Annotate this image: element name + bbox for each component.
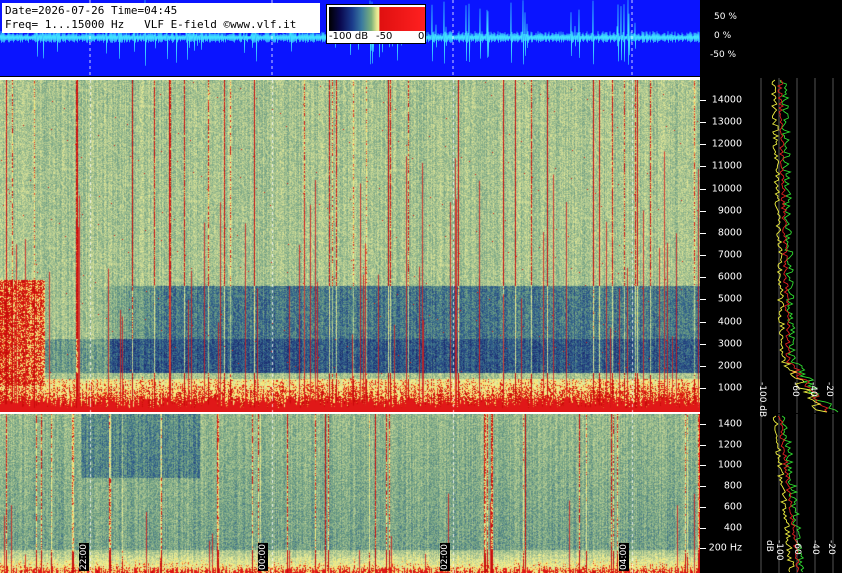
upper-freq-tick — [700, 122, 706, 124]
lower-freq-tick — [700, 527, 706, 529]
upper-freq-tick-label: 7000 — [717, 249, 742, 261]
upper-db-label-20: -20 — [824, 382, 834, 397]
upper-freq-tick-label: 1000 — [717, 382, 742, 394]
colorbar-label-min: -100 dB — [329, 31, 369, 42]
lower-db-label-100: -100 dB — [764, 540, 784, 561]
lower-spectrogram-canvas — [0, 414, 700, 573]
colorbar-legend: -100 dB -50 0 — [326, 4, 426, 44]
upper-freq-tick-label: 6000 — [717, 271, 742, 283]
upper-freq-tick — [700, 188, 706, 190]
upper-freq-tick — [700, 255, 706, 257]
lower-db-label-60: -60 — [792, 540, 802, 555]
lower-freq-tick-label: 600 — [723, 501, 742, 513]
upper-frequency-axis: 14000 13000 12000 11000 10000 9000 8000 7000 600… — [700, 80, 742, 412]
upper-freq-tick — [700, 232, 706, 234]
upper-freq-tick-label: 11000 — [711, 160, 742, 172]
lower-freq-tick-label: 1400 — [717, 418, 742, 430]
upper-freq-tick-label: 13000 — [711, 116, 742, 128]
lower-freq-tick — [700, 506, 706, 508]
upper-profile-panel — [742, 78, 842, 413]
lower-freq-tick — [700, 424, 706, 425]
upper-spectrogram-canvas — [0, 80, 700, 412]
upper-freq-tick — [700, 277, 706, 279]
upper-freq-tick-label: 10000 — [711, 183, 742, 195]
date-time-line: Date=2026-07-26 Time=04:45 — [5, 4, 178, 17]
time-label-0200: 02:00 — [440, 543, 450, 571]
lower-frequency-axis: 1400 1200 1000 800 600 400 200 Hz — [700, 414, 742, 573]
colorbar-label-mid: -50 — [376, 31, 393, 42]
time-label-0400: 04:00 — [619, 543, 629, 571]
upper-freq-tick — [700, 144, 706, 146]
lower-freq-tick — [700, 486, 706, 488]
lower-freq-tick — [700, 444, 706, 446]
upper-db-label-60: -60 — [790, 382, 800, 397]
freq-range-line: Freq= 1...15000 Hz VLF E-field ©www.vlf.… — [5, 18, 297, 31]
upper-freq-tick-label: 5000 — [717, 293, 742, 305]
lower-freq-tick — [700, 465, 706, 467]
info-box: Date=2026-07-26 Time=04:45 Freq= 1...150… — [2, 3, 320, 33]
upper-freq-tick-label: 2000 — [717, 360, 742, 372]
upper-freq-tick — [700, 321, 706, 323]
upper-profile-plot — [760, 78, 839, 413]
waveform-pct-minus50: -50 % — [710, 50, 737, 60]
profile-trace — [776, 79, 829, 413]
upper-freq-tick-label: 9000 — [717, 205, 742, 217]
lower-freq-tick-label: 1000 — [717, 459, 742, 471]
lower-db-label-20: -20 — [826, 540, 836, 555]
upper-db-label-40: -40 — [808, 382, 818, 397]
upper-freq-tick-label: 8000 — [717, 227, 742, 239]
upper-spectrogram — [0, 80, 700, 412]
upper-freq-tick — [700, 365, 706, 367]
colorbar-gradient — [329, 7, 425, 31]
lower-freq-tick-label: 1200 — [717, 439, 742, 451]
upper-db-label-100: -100 dB — [757, 382, 767, 418]
waveform-pct-50: 50 % — [714, 12, 737, 22]
lower-freq-tick — [700, 548, 706, 550]
lower-db-label-40: -40 — [810, 540, 820, 555]
upper-freq-tick-label: 3000 — [717, 338, 742, 350]
time-label-0000: 00:00 — [258, 543, 268, 571]
colorbar-label-max: 0 — [418, 31, 425, 42]
upper-freq-tick — [700, 387, 706, 389]
profile-trace — [779, 79, 839, 413]
upper-freq-tick — [700, 299, 706, 301]
lower-freq-tick-label: 200 Hz — [708, 542, 742, 554]
waveform-pct-0: 0 % — [714, 31, 732, 41]
time-label-2200: 22:00 — [79, 543, 89, 571]
upper-freq-tick-label: 12000 — [711, 138, 742, 150]
upper-freq-tick — [700, 100, 706, 101]
upper-freq-tick — [700, 166, 706, 168]
upper-freq-tick-label: 4000 — [717, 316, 742, 327]
lower-freq-tick-label: 400 — [723, 522, 742, 533]
upper-freq-tick — [700, 343, 706, 345]
upper-freq-tick — [700, 210, 706, 212]
upper-freq-tick-label: 14000 — [711, 94, 742, 106]
vlf-spectrogram-window: Date=2026-07-26 Time=04:45 Freq= 1...150… — [0, 0, 842, 573]
lower-freq-tick-label: 800 — [723, 480, 742, 492]
lower-spectrogram — [0, 414, 700, 573]
